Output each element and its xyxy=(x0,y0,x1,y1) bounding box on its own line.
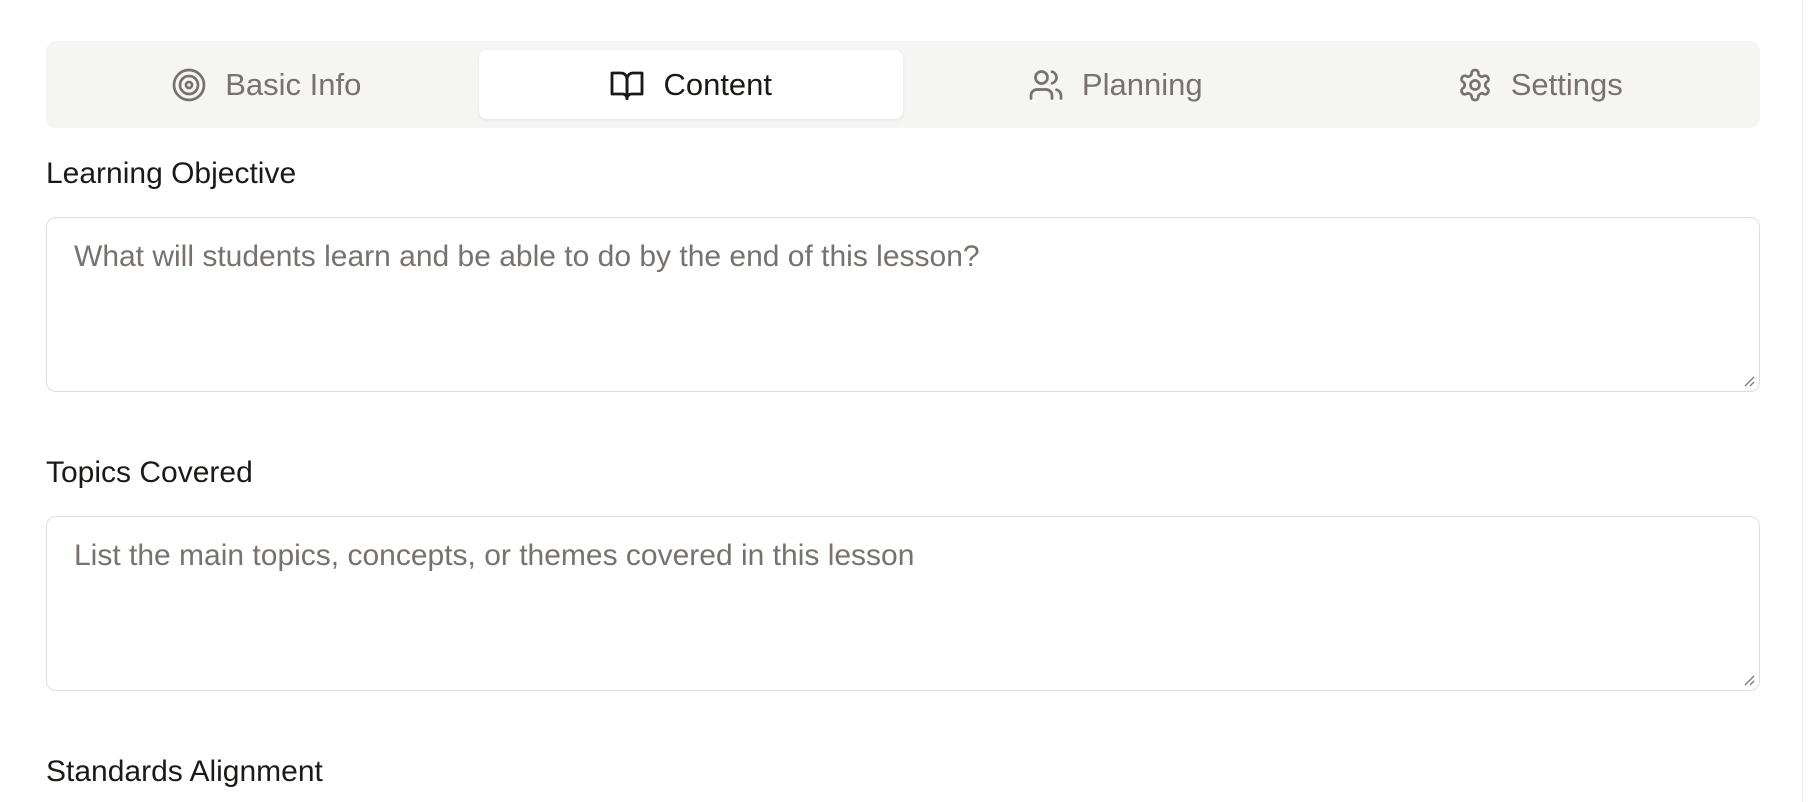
tab-label: Content xyxy=(663,66,773,102)
tab-planning[interactable]: Planning xyxy=(903,50,1328,119)
tab-basic-info[interactable]: Basic Info xyxy=(54,50,479,119)
topics-covered-placeholder: List the main topics, concepts, or theme… xyxy=(74,539,915,572)
learning-objective-field[interactable]: What will students learn and be able to … xyxy=(46,217,1760,392)
tab-content[interactable]: Content xyxy=(478,50,903,119)
tab-label: Planning xyxy=(1081,66,1203,102)
book-open-icon xyxy=(609,67,645,103)
gear-icon xyxy=(1457,67,1493,103)
users-icon xyxy=(1028,67,1064,103)
lesson-editor-page: Basic Info Content Planning Settings Lea… xyxy=(0,0,1816,802)
tab-label: Basic Info xyxy=(225,66,362,102)
scrollbar[interactable] xyxy=(1802,0,1816,802)
resize-handle-icon[interactable] xyxy=(1740,671,1756,687)
topics-covered-label: Topics Covered xyxy=(46,456,253,489)
learning-objective-label: Learning Objective xyxy=(46,157,297,190)
target-icon xyxy=(171,67,207,103)
resize-handle-icon[interactable] xyxy=(1740,372,1756,388)
standards-alignment-label: Standards Alignment xyxy=(46,755,323,788)
learning-objective-placeholder: What will students learn and be able to … xyxy=(74,240,980,273)
tab-label: Settings xyxy=(1510,66,1623,102)
tab-bar: Basic Info Content Planning Settings xyxy=(46,41,1760,128)
topics-covered-field[interactable]: List the main topics, concepts, or theme… xyxy=(46,516,1760,691)
tab-settings[interactable]: Settings xyxy=(1328,50,1753,119)
